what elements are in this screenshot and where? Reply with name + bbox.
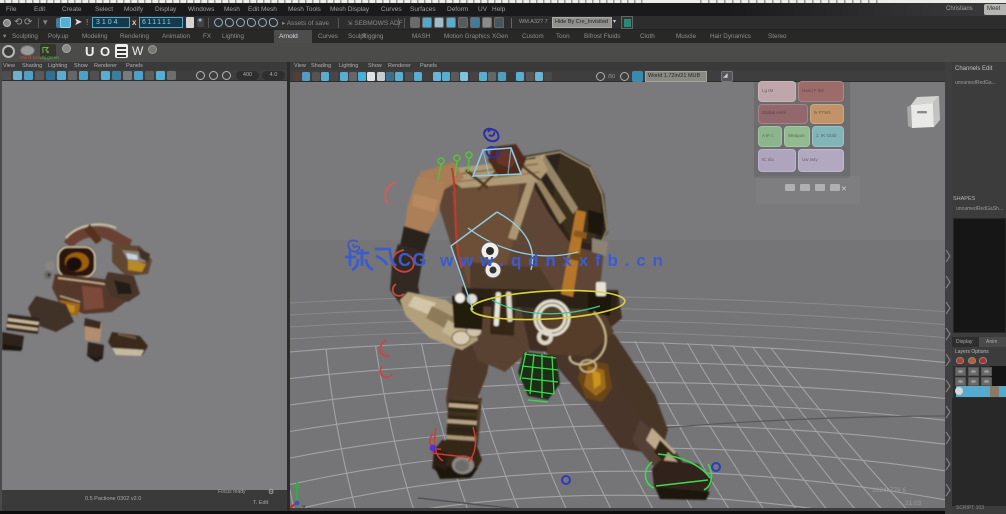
svg-text:21:03: 21:03 bbox=[905, 500, 922, 507]
svg-text:1024x778 6: 1024x778 6 bbox=[872, 487, 906, 494]
svg-text:CG: CG bbox=[398, 250, 428, 270]
svg-text:www.qdnxxfb.cn: www.qdnxxfb.cn bbox=[439, 251, 670, 270]
